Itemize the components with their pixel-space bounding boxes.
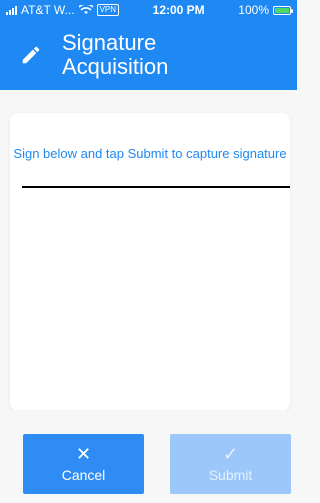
signature-line xyxy=(22,186,290,188)
signal-icon xyxy=(6,5,17,15)
cancel-label: Cancel xyxy=(61,467,106,483)
status-time: 12:00 PM xyxy=(152,3,205,17)
status-left: AT&T W... VPN xyxy=(6,3,120,17)
battery-icon xyxy=(273,5,293,15)
submit-label: Submit xyxy=(208,467,253,483)
close-icon: ✕ xyxy=(75,444,92,464)
status-right: 100% xyxy=(238,3,293,17)
page-title: Signature Acquisition xyxy=(62,30,169,79)
wifi-icon xyxy=(78,5,93,15)
app-header: Signature Acquisition xyxy=(0,20,297,90)
pencil-icon xyxy=(18,42,44,68)
signature-card[interactable]: Sign below and tap Submit to capture sig… xyxy=(10,113,290,411)
battery-percent: 100% xyxy=(238,3,269,17)
instruction-text: Sign below and tap Submit to capture sig… xyxy=(13,146,287,161)
vpn-badge: VPN xyxy=(96,4,120,16)
bottom-actions: ✕ Cancel ✓ Submit xyxy=(0,410,297,503)
check-icon: ✓ xyxy=(222,444,239,464)
submit-button[interactable]: ✓ Submit xyxy=(170,434,291,494)
carrier-text: AT&T W... xyxy=(21,3,75,17)
cancel-button[interactable]: ✕ Cancel xyxy=(23,434,144,494)
battery-fill xyxy=(275,7,289,13)
status-bar: AT&T W... VPN 12:00 PM 100% xyxy=(0,0,297,20)
